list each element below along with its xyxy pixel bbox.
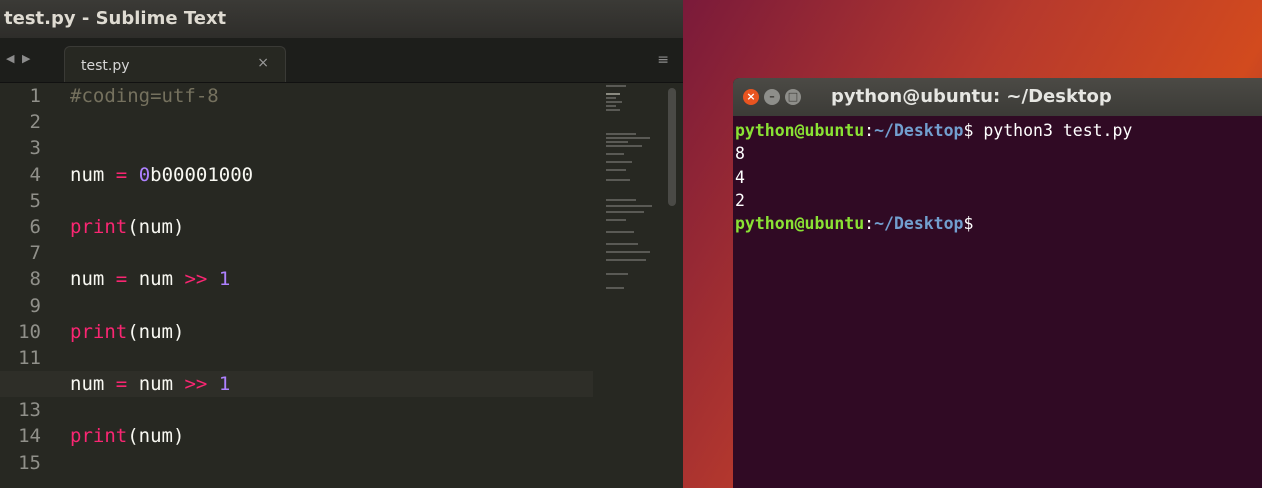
paren: ) (172, 425, 185, 448)
tab-menu-icon[interactable]: ≡ (657, 52, 669, 68)
identifier: num (138, 425, 173, 448)
line-number: 2 (29, 111, 41, 134)
line-number: 14 (18, 425, 41, 448)
minimap[interactable] (604, 83, 664, 303)
operator: >> (184, 268, 208, 291)
tab-nav-arrows-icon[interactable]: ◀ ▶ (6, 52, 32, 65)
function-name: print (70, 320, 128, 343)
tab-test-py[interactable]: test.py × (64, 46, 286, 82)
prompt-path: ~/Desktop (874, 214, 964, 234)
number-literal: 1 (218, 373, 231, 396)
code-area[interactable]: #coding=utf-8 num = 0b00001000 print(num… (0, 83, 593, 476)
maximize-icon[interactable]: □ (785, 89, 801, 105)
operator: >> (184, 373, 208, 396)
line-number: 1 (29, 85, 41, 107)
terminal-prompt-line: python@ubuntu:~/Desktop$ (735, 212, 1262, 235)
tab-label: test.py (81, 58, 130, 74)
window-title: test.py - Sublime Text (0, 0, 683, 38)
identifier: num (138, 373, 174, 396)
code-editor[interactable]: 1 2 3 4 5 6 7 8 9 10 11 12 13 14 15 #cod… (0, 83, 683, 488)
terminal-title: python@ubuntu: ~/Desktop (831, 86, 1112, 107)
code-line: num = 0b00001000 (70, 162, 593, 188)
paren: ) (172, 215, 185, 238)
line-number: 15 (18, 451, 41, 474)
number-literal: 1 (218, 268, 231, 291)
terminal-output[interactable]: python@ubuntu:~/Desktop$ python3 test.py… (735, 119, 1262, 235)
code-line: print(num) (70, 423, 593, 449)
identifier: num (138, 320, 173, 343)
prompt-colon: : (864, 214, 875, 234)
identifier: num (70, 163, 105, 186)
identifier: num (70, 268, 105, 291)
code-line-active: num = num >> 1 (0, 371, 593, 398)
number-literal: 0 (138, 163, 151, 186)
vertical-scrollbar[interactable] (668, 88, 676, 206)
line-number: 3 (29, 137, 41, 160)
line-number: 7 (29, 242, 41, 265)
identifier: num (138, 268, 174, 291)
prompt-user: python@ubuntu (735, 121, 865, 140)
terminal-output-line: 8 (735, 144, 745, 164)
paren: ) (172, 320, 185, 343)
prompt-dollar: $ (963, 214, 974, 234)
code-line: #coding=utf-8 (70, 83, 593, 109)
line-number: 5 (29, 189, 41, 212)
comment: #coding=utf-8 (70, 85, 219, 107)
line-number: 11 (18, 346, 41, 369)
prompt-colon: : (864, 121, 875, 140)
tab-close-icon[interactable]: × (257, 55, 269, 71)
sublime-window: test.py - Sublime Text ◀ ▶ test.py × ≡ 1… (0, 0, 683, 488)
close-icon[interactable]: × (743, 89, 759, 105)
line-number: 4 (29, 163, 41, 186)
prompt-path: ~/Desktop (874, 121, 964, 140)
paren: ( (127, 215, 139, 238)
code-line: print(num) (70, 319, 593, 345)
terminal-output-line: 2 (735, 190, 745, 210)
code-line: print(num) (70, 214, 593, 240)
function-name: print (70, 425, 128, 448)
terminal-command: python3 test.py (973, 121, 1133, 140)
operator: = (115, 373, 128, 396)
line-number: 8 (29, 268, 41, 291)
terminal-window[interactable]: × – □ python@ubuntu: ~/Desktop python@ub… (733, 78, 1262, 488)
paren: ( (127, 425, 139, 448)
line-number: 6 (29, 215, 41, 238)
terminal-command-line: python@ubuntu:~/Desktop$ python3 test.py (735, 119, 1262, 142)
minimize-icon[interactable]: – (764, 89, 780, 105)
terminal-output-line: 4 (735, 167, 745, 187)
line-number-gutter: 1 2 3 4 5 6 7 8 9 10 11 12 13 14 15 (0, 83, 48, 476)
number-literal-rest: b00001000 (150, 163, 254, 186)
prompt-user: python@ubuntu (735, 214, 865, 234)
prompt-dollar: $ (963, 121, 974, 140)
operator: = (115, 163, 128, 186)
identifier: num (138, 215, 173, 238)
identifier: num (70, 373, 105, 396)
paren: ( (127, 320, 139, 343)
tab-bar: ◀ ▶ test.py × ≡ (0, 38, 683, 83)
line-number: 9 (29, 294, 41, 317)
function-name: print (70, 215, 128, 238)
terminal-titlebar[interactable]: × – □ python@ubuntu: ~/Desktop (733, 78, 1262, 116)
line-number: 13 (18, 399, 41, 422)
line-number: 10 (18, 320, 41, 343)
operator: = (115, 268, 128, 291)
code-line: num = num >> 1 (70, 266, 593, 292)
